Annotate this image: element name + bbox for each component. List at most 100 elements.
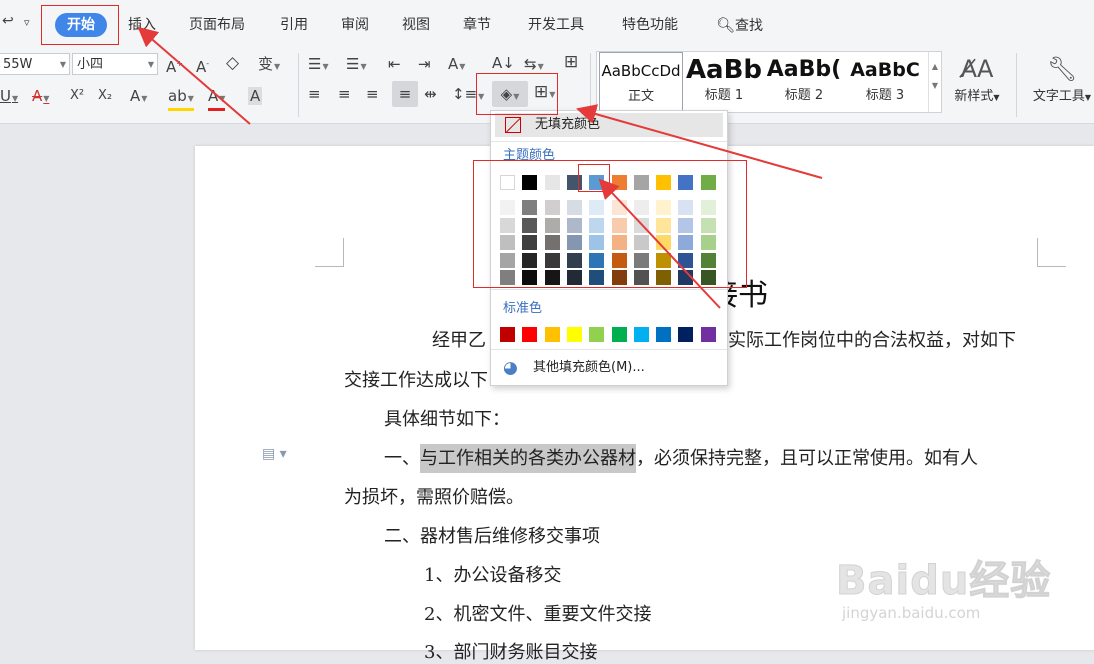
theme-shade-swatch[interactable] — [589, 217, 605, 233]
tab-special-features[interactable]: 特色功能 — [622, 14, 678, 36]
theme-shade-swatch[interactable] — [611, 217, 627, 233]
theme-shade-swatch[interactable] — [522, 252, 538, 268]
theme-shade-swatch[interactable] — [589, 270, 605, 285]
justify-icon[interactable]: ≡ — [392, 81, 418, 107]
theme-shade-swatch[interactable] — [656, 252, 672, 268]
theme-shade-swatch[interactable] — [589, 235, 605, 250]
highlight-icon[interactable]: ab▼ — [168, 87, 194, 111]
underline-icon[interactable]: U▼ — [0, 87, 18, 108]
theme-shade-swatch[interactable] — [544, 217, 560, 233]
theme-color-swatch[interactable] — [678, 175, 694, 190]
standard-color-swatch[interactable] — [544, 327, 560, 342]
shading-button[interactable]: ◈▼ — [492, 81, 528, 107]
chevron-down-icon[interactable]: ▼ — [929, 81, 941, 90]
theme-shade-swatch[interactable] — [500, 252, 515, 268]
doc-paragraph[interactable]: 2、机密文件、重要文件交接 — [424, 600, 651, 626]
shrink-font-icon[interactable]: A- — [196, 55, 209, 76]
theme-color-swatch[interactable] — [611, 175, 627, 190]
more-fill-colors-option[interactable]: ◕ 其他填充颜色(M)... — [495, 356, 723, 380]
standard-color-swatch[interactable] — [522, 327, 538, 342]
standard-color-swatch[interactable] — [500, 327, 515, 342]
distributed-align-icon[interactable]: ⇹ — [424, 85, 437, 103]
theme-shade-swatch[interactable] — [589, 200, 605, 215]
font-color-icon[interactable]: A▼ — [208, 87, 226, 111]
increase-indent-icon[interactable]: ⇥ — [418, 55, 431, 73]
standard-color-swatch[interactable] — [589, 327, 605, 342]
superscript-icon[interactable]: X² — [70, 87, 84, 105]
theme-shade-swatch[interactable] — [700, 235, 716, 250]
doc-paragraph[interactable]: 为损坏，需照价赔偿。 — [344, 483, 524, 509]
align-center-icon[interactable]: ≡ — [338, 85, 351, 103]
theme-shade-swatch[interactable] — [700, 200, 716, 215]
theme-color-swatch[interactable] — [500, 175, 515, 190]
theme-shade-swatch[interactable] — [522, 270, 538, 285]
theme-shade-swatch[interactable] — [500, 200, 515, 215]
font-size-combo[interactable]: 小四 ▼ — [72, 53, 158, 75]
strikethrough-icon[interactable]: A▼ — [32, 87, 49, 108]
standard-color-swatch[interactable] — [611, 327, 627, 342]
styles-scroll[interactable]: ▲ ▼ — [928, 52, 941, 112]
bullet-list-icon[interactable]: ☰▼ — [308, 55, 329, 76]
borders-button[interactable]: ⊞▼ — [534, 83, 555, 104]
theme-shade-swatch[interactable] — [700, 252, 716, 268]
style-heading-2[interactable]: AaBb( 标题 2 — [765, 52, 843, 112]
font-name-combo[interactable]: 55W ▼ — [0, 53, 70, 75]
theme-shade-swatch[interactable] — [566, 270, 582, 285]
theme-shade-swatch[interactable] — [633, 217, 649, 233]
theme-shade-swatch[interactable] — [656, 217, 672, 233]
theme-shade-swatch[interactable] — [566, 235, 582, 250]
theme-color-swatch[interactable] — [566, 175, 582, 190]
tab-chapter[interactable]: 章节 — [463, 14, 491, 36]
subscript-icon[interactable]: X₂ — [98, 87, 112, 105]
theme-shade-swatch[interactable] — [522, 200, 538, 215]
theme-shade-swatch[interactable] — [566, 252, 582, 268]
standard-color-swatch[interactable] — [700, 327, 716, 342]
tab-insert[interactable]: 插入 — [128, 14, 156, 36]
align-right-icon[interactable]: ≡ — [366, 85, 379, 103]
doc-paragraph[interactable]: 二、器材售后维修移交事项 — [384, 522, 600, 548]
tab-page-layout[interactable]: 页面布局 — [189, 14, 245, 36]
tab-developer-tools[interactable]: 开发工具 — [528, 14, 584, 36]
doc-paragraph[interactable]: 一、与工作相关的各类办公器材，必须保持完整，且可以正常使用。如有人 — [384, 444, 978, 473]
tab-review[interactable]: 审阅 — [341, 14, 369, 36]
table-grid-icon[interactable]: ⊞ — [564, 53, 578, 71]
theme-color-swatch[interactable] — [589, 175, 605, 190]
theme-shade-swatch[interactable] — [633, 270, 649, 285]
theme-shade-swatch[interactable] — [544, 252, 560, 268]
standard-color-swatch[interactable] — [678, 327, 694, 342]
theme-shade-swatch[interactable] — [656, 235, 672, 250]
theme-color-swatch[interactable] — [544, 175, 560, 190]
new-style-button[interactable]: A̸A 新样式▼ — [946, 53, 1008, 104]
tab-view[interactable]: 视图 — [402, 14, 430, 36]
grow-font-icon[interactable]: A+ — [166, 55, 183, 76]
text-effect-icon[interactable]: A▼ — [130, 87, 147, 108]
character-spacing-icon[interactable]: A▼ — [448, 55, 465, 76]
line-spacing-icon[interactable]: ↕≡▼ — [452, 85, 484, 106]
character-shading-icon[interactable]: A — [248, 87, 263, 105]
theme-shade-swatch[interactable] — [500, 217, 515, 233]
standard-color-swatch[interactable] — [566, 327, 582, 342]
undo-arrow-icon[interactable]: ↩ — [2, 13, 14, 29]
no-fill-option[interactable]: 无填充颜色 — [495, 113, 723, 137]
theme-shade-swatch[interactable] — [656, 200, 672, 215]
style-heading-3[interactable]: AaBbC 标题 3 — [845, 52, 925, 112]
theme-shade-swatch[interactable] — [611, 252, 627, 268]
sort-icon[interactable]: A↓ — [492, 54, 515, 72]
theme-shade-swatch[interactable] — [611, 235, 627, 250]
theme-shade-swatch[interactable] — [522, 217, 538, 233]
theme-shade-swatch[interactable] — [544, 235, 560, 250]
standard-color-swatch[interactable] — [656, 327, 672, 342]
theme-color-swatch[interactable] — [656, 175, 672, 190]
theme-shade-swatch[interactable] — [589, 252, 605, 268]
theme-shade-swatch[interactable] — [678, 235, 694, 250]
doc-paragraph[interactable]: 1、办公设备移交 — [424, 561, 561, 587]
clear-format-eraser-icon[interactable]: ◇ — [226, 54, 239, 72]
text-tools-button[interactable]: 🔧︎ 文字工具▼ — [1026, 53, 1094, 104]
numbered-list-icon[interactable]: ☰▼ — [346, 55, 367, 76]
theme-shade-swatch[interactable] — [700, 270, 716, 285]
theme-shade-swatch[interactable] — [500, 270, 515, 285]
theme-shade-swatch[interactable] — [633, 200, 649, 215]
style-normal[interactable]: AaBbCcDd 正文 — [599, 52, 683, 112]
standard-color-swatch[interactable] — [633, 327, 649, 342]
decrease-indent-icon[interactable]: ⇤ — [388, 55, 401, 73]
